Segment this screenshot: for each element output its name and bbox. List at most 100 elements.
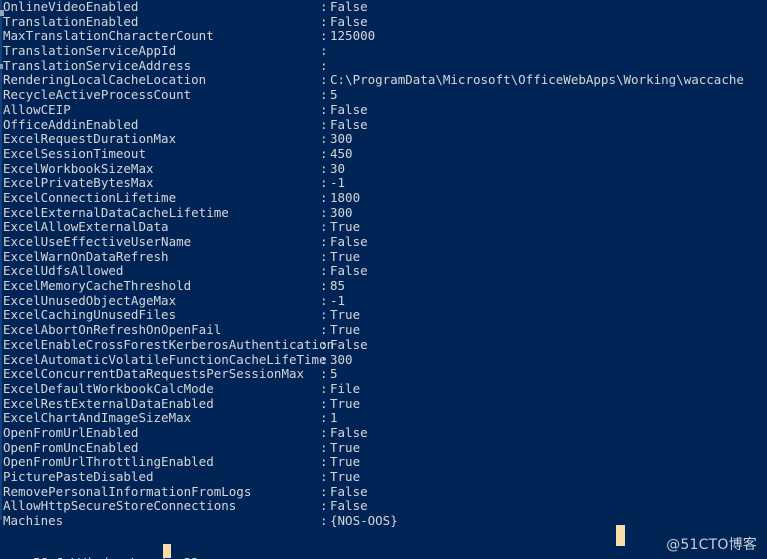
property-name: ExcelWorkbookSizeMax bbox=[3, 160, 154, 176]
property-name: ExcelAllowExternalData bbox=[3, 219, 169, 235]
property-value: True bbox=[330, 322, 361, 338]
property-separator: : bbox=[320, 395, 328, 411]
property-separator: : bbox=[320, 145, 328, 161]
property-separator: : bbox=[320, 101, 328, 117]
property-value: False bbox=[330, 336, 368, 352]
property-separator: : bbox=[320, 292, 328, 308]
output-row: Machines: {NOS-OOS} bbox=[3, 513, 744, 529]
property-name: ExcelAbortOnRefreshOnOpenFail bbox=[3, 322, 222, 338]
output-row: ExcelUseEffectiveUserName: False bbox=[3, 234, 744, 250]
output-row: ExcelConcurrentDataRequestsPerSessionMax… bbox=[3, 366, 744, 382]
output-row: AllowCEIP: False bbox=[3, 101, 744, 118]
output-row: PicturePasteDisabled: True bbox=[3, 469, 744, 485]
property-value: 5 bbox=[330, 366, 338, 382]
output-row: ExcelAbortOnRefreshOnOpenFail: True bbox=[3, 322, 744, 338]
property-value: 30 bbox=[330, 160, 346, 176]
property-separator: : bbox=[320, 410, 328, 426]
property-name: TranslationEnabled bbox=[3, 13, 139, 29]
property-value: C:\ProgramData\Microsoft\OfficeWebApps\W… bbox=[330, 72, 744, 88]
property-name: Machines bbox=[3, 513, 64, 529]
output-row: ExcelEnableCrossForestKerberosAuthentica… bbox=[3, 336, 744, 353]
property-separator: : bbox=[320, 454, 328, 470]
output-row: ExcelUnusedObjectAgeMax: -1 bbox=[3, 292, 744, 309]
output-row: ExcelSessionTimeout:450 bbox=[3, 145, 744, 162]
property-name: MaxTranslationCharacterCount bbox=[3, 28, 214, 44]
property-value: True bbox=[330, 454, 361, 470]
property-value: 300 bbox=[330, 351, 353, 367]
secondary-cursor-block bbox=[616, 525, 625, 546]
property-value: 300 bbox=[330, 131, 353, 147]
property-name: ExcelRequestDurationMax bbox=[3, 131, 177, 147]
property-value: False bbox=[330, 0, 368, 14]
output-row: ExcelDefaultWorkbookCalcMode: File bbox=[3, 380, 744, 397]
property-name: ExcelMemoryCacheThreshold bbox=[3, 278, 192, 294]
property-value: True bbox=[330, 248, 361, 264]
property-separator: : bbox=[320, 439, 328, 455]
property-value: -1 bbox=[330, 175, 346, 191]
property-separator: : bbox=[320, 248, 328, 264]
property-separator: : bbox=[320, 72, 328, 88]
property-name: ExcelUseEffectiveUserName bbox=[3, 234, 192, 249]
property-separator: : bbox=[320, 57, 328, 73]
property-name: ExcelConcurrentDataRequestsPerSessionMax bbox=[3, 366, 305, 382]
output-row: ExcelConnectionLifetime:1800 bbox=[3, 189, 744, 206]
property-value: False bbox=[330, 116, 368, 132]
output-row: ExcelAutomaticVolatileFunctionCacheLifeT… bbox=[3, 351, 744, 368]
property-name: AllowCEIP bbox=[3, 101, 71, 117]
property-value: True bbox=[330, 219, 361, 235]
property-name: OfficeAddinEnabled bbox=[3, 116, 139, 132]
property-separator: : bbox=[320, 175, 328, 191]
property-value: True bbox=[330, 469, 361, 484]
output-row: RecycleActiveProcessCount:5 bbox=[3, 87, 744, 103]
property-value: False bbox=[330, 101, 368, 117]
property-value: 450 bbox=[330, 145, 353, 161]
prompt-text: PS C:\Windows\system32> bbox=[33, 555, 206, 559]
property-value: False bbox=[330, 498, 368, 514]
output-row: ExcelCachingUnusedFiles: True bbox=[3, 308, 744, 323]
property-name: RecycleActiveProcessCount bbox=[3, 87, 192, 103]
property-name: ExcelChartAndImageSizeMax bbox=[3, 410, 192, 426]
output-row: OfficeAddinEnabled: False bbox=[3, 116, 744, 133]
property-value: File bbox=[330, 380, 361, 396]
property-value: False bbox=[330, 234, 368, 249]
property-value: False bbox=[330, 483, 368, 499]
property-value: True bbox=[330, 439, 361, 455]
powershell-console-window[interactable]: OnlineVideoEnabled: False TranslationEnabl… bbox=[0, 0, 767, 559]
output-row: ExcelAllowExternalData: True bbox=[3, 219, 744, 235]
property-value: 85 bbox=[330, 278, 346, 294]
property-separator: : bbox=[320, 234, 328, 249]
property-name: ExcelCachingUnusedFiles bbox=[3, 307, 177, 323]
property-separator: : bbox=[320, 87, 328, 103]
output-row: OpenFromUncEnabled: True bbox=[3, 439, 744, 456]
property-value: 125000 bbox=[330, 28, 376, 44]
property-separator: : bbox=[320, 116, 328, 132]
property-value: 1800 bbox=[330, 189, 361, 205]
property-separator: : bbox=[320, 13, 328, 29]
property-separator: : bbox=[320, 0, 328, 14]
property-separator: : bbox=[320, 263, 328, 279]
property-separator: : bbox=[320, 278, 328, 294]
property-name: OpenFromUrlThrottlingEnabled bbox=[3, 454, 214, 470]
property-name: RemovePersonalInformationFromLogs bbox=[3, 483, 252, 499]
property-name: TranslationServiceAddress bbox=[3, 57, 192, 73]
property-value: 300 bbox=[330, 204, 353, 220]
property-name: ExcelExternalDataCacheLifetime bbox=[3, 204, 229, 220]
property-name: PicturePasteDisabled bbox=[3, 469, 154, 484]
output-row: TranslationEnabled: False bbox=[3, 13, 744, 30]
output-row: AllowHttpSecureStoreConnections: False bbox=[3, 499, 744, 514]
property-separator: : bbox=[320, 336, 328, 352]
property-separator: : bbox=[320, 189, 328, 205]
property-separator: : bbox=[320, 160, 328, 176]
property-value: -1 bbox=[330, 292, 346, 308]
output-row: MaxTranslationCharacterCount:125000 bbox=[3, 29, 744, 44]
property-separator: : bbox=[320, 351, 328, 367]
property-separator: : bbox=[320, 131, 328, 147]
property-separator: : bbox=[320, 28, 328, 44]
property-name: ExcelConnectionLifetime bbox=[3, 189, 177, 205]
command-output: OnlineVideoEnabled: False TranslationEnabl… bbox=[3, 0, 744, 529]
property-name: ExcelUdfsAllowed bbox=[3, 263, 124, 279]
output-row: OnlineVideoEnabled: False bbox=[3, 0, 744, 15]
property-separator: : bbox=[320, 219, 328, 235]
prompt-line: PS C:\Windows\system32> bbox=[3, 541, 206, 559]
watermark-label: @51CTO博客 bbox=[666, 537, 757, 554]
